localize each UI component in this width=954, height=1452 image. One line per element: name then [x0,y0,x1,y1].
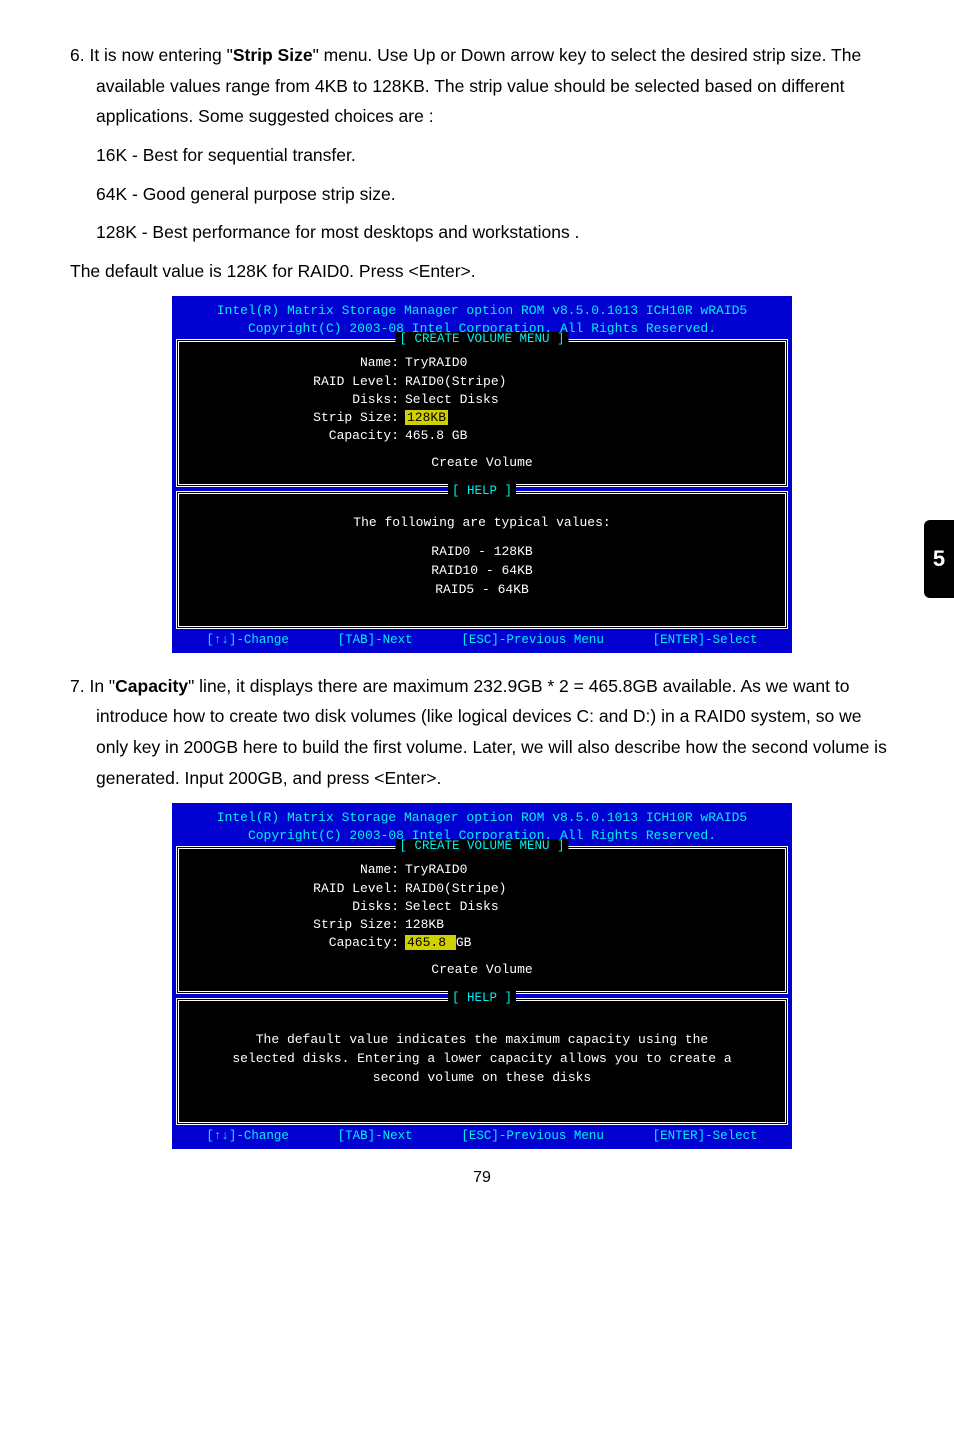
selected-stripsize: 128KB [405,410,448,425]
create-volume-box: [ CREATE VOLUME MENU ] Name:TryRAID0 RAI… [176,339,788,487]
value-stripsize[interactable]: 128KB [405,409,765,427]
box-title: [ CREATE VOLUME MENU ] [395,332,568,346]
page-content: 6. It is now entering "Strip Size" menu.… [0,0,954,1217]
label-raidlevel: RAID Level: [199,880,405,898]
bios-footer: [↑↓]-Change [TAB]-Next [ESC]-Previous Me… [172,629,792,653]
value-disks: Select Disks [405,391,765,409]
bios-screenshot-2: Intel(R) Matrix Storage Manager option R… [172,803,792,1149]
footer-key-tab: [TAB]-Next [338,633,413,647]
footer-key-esc: [ESC]-Previous Menu [461,1129,604,1143]
footer-key-updown: [↑↓]-Change [206,633,289,647]
bios-screenshot-1: Intel(R) Matrix Storage Manager option R… [172,296,792,652]
selected-capacity: 465.8 [405,935,456,950]
value-raidlevel: RAID0(Stripe) [405,880,765,898]
value-disks: Select Disks [405,898,765,916]
label-capacity: Capacity: [199,427,405,445]
help-line: RAID5 - 64KB [199,581,765,600]
help-text: The default value indicates the maximum … [229,1031,735,1088]
bios-footer: [↑↓]-Change [TAB]-Next [ESC]-Previous Me… [172,1125,792,1149]
bold-strip-size: Strip Size [233,45,313,65]
label-stripsize: Strip Size: [199,409,405,427]
bios-hdr-line1: Intel(R) Matrix Storage Manager option R… [172,809,792,827]
footer-key-enter: [ENTER]-Select [653,1129,758,1143]
step6-l2: 64K - Good general purpose strip size. [70,179,894,210]
value-capacity: 465.8 GB [405,427,765,445]
create-volume-action[interactable]: Create Volume [199,455,765,470]
capacity-unit: GB [456,935,472,950]
step7-text: 7. In "Capacity" line, it displays there… [70,671,894,794]
help-box: [ HELP ] The following are typical value… [176,491,788,628]
step6-l3: 128K - Best performance for most desktop… [70,217,894,248]
footer-key-enter: [ENTER]-Select [653,633,758,647]
label-stripsize: Strip Size: [199,916,405,934]
help-box: [ HELP ] The default value indicates the… [176,998,788,1125]
value-raidlevel: RAID0(Stripe) [405,373,765,391]
help-title: [ HELP ] [448,484,516,498]
step6-l1: 16K - Best for sequential transfer. [70,140,894,171]
help-line: The following are typical values: [199,514,765,533]
create-volume-box: [ CREATE VOLUME MENU ] Name:TryRAID0 RAI… [176,846,788,994]
footer-key-updown: [↑↓]-Change [206,1129,289,1143]
value-capacity[interactable]: 465.8 GB [405,934,765,952]
step6-text: 6. It is now entering "Strip Size" menu.… [70,40,894,132]
side-tab: 5 [924,520,954,598]
text: " line, it displays there are maximum 23… [96,676,887,788]
text: 6. It is now entering " [70,45,233,65]
create-volume-action[interactable]: Create Volume [199,962,765,977]
box-title: [ CREATE VOLUME MENU ] [395,839,568,853]
bold-capacity: Capacity [115,676,188,696]
help-title: [ HELP ] [448,991,516,1005]
label-name: Name: [199,861,405,879]
text: 7. In " [70,676,115,696]
footer-key-esc: [ESC]-Previous Menu [461,633,604,647]
page-number: 79 [70,1169,894,1187]
label-disks: Disks: [199,898,405,916]
step6-last: The default value is 128K for RAID0. Pre… [70,256,894,287]
label-name: Name: [199,354,405,372]
bios-hdr-line1: Intel(R) Matrix Storage Manager option R… [172,302,792,320]
footer-key-tab: [TAB]-Next [338,1129,413,1143]
value-name: TryRAID0 [405,861,765,879]
value-stripsize: 128KB [405,916,765,934]
help-line: RAID0 - 128KB [199,543,765,562]
label-capacity: Capacity: [199,934,405,952]
label-raidlevel: RAID Level: [199,373,405,391]
label-disks: Disks: [199,391,405,409]
value-name: TryRAID0 [405,354,765,372]
help-line: RAID10 - 64KB [199,562,765,581]
